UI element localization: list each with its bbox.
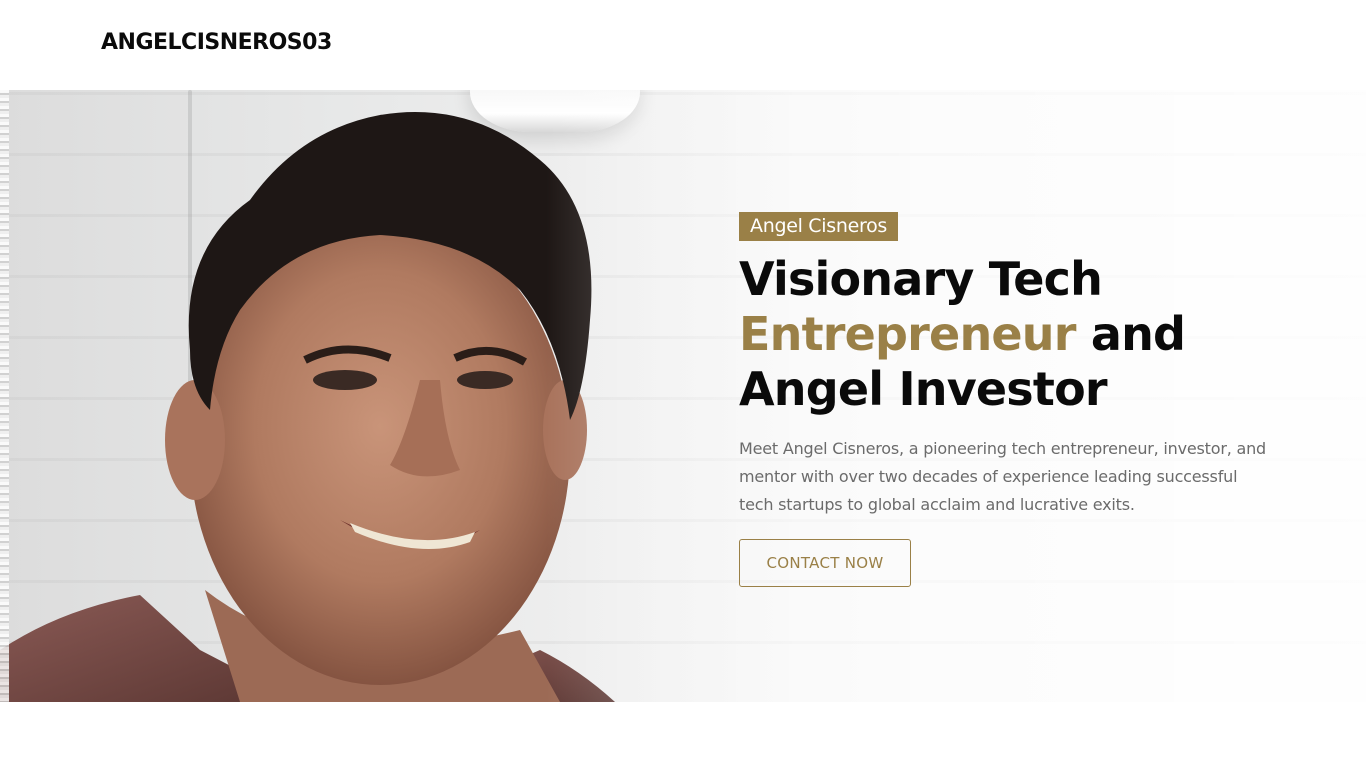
site-logo[interactable]: ANGELCISNEROS03 (101, 30, 332, 55)
hero-headline: Visionary Tech Entrepreneur and Angel In… (739, 252, 1299, 417)
hero-section: Angel Cisneros Visionary Tech Entreprene… (0, 90, 1366, 702)
headline-line-1: Visionary Tech (739, 252, 1103, 306)
hero-content: Angel Cisneros Visionary Tech Entreprene… (739, 212, 1299, 587)
headline-line-2-rest: and (1075, 307, 1186, 361)
site-header: ANGELCISNEROS03 (0, 0, 1366, 90)
headline-line-3: Angel Investor (739, 362, 1108, 416)
contact-now-button[interactable]: CONTACT NOW (739, 539, 911, 587)
hero-intro-text: Meet Angel Cisneros, a pioneering tech e… (739, 439, 1266, 514)
name-tag: Angel Cisneros (739, 212, 899, 241)
torn-edge-decoration (0, 90, 9, 702)
headline-accent: Entrepreneur (739, 307, 1076, 361)
